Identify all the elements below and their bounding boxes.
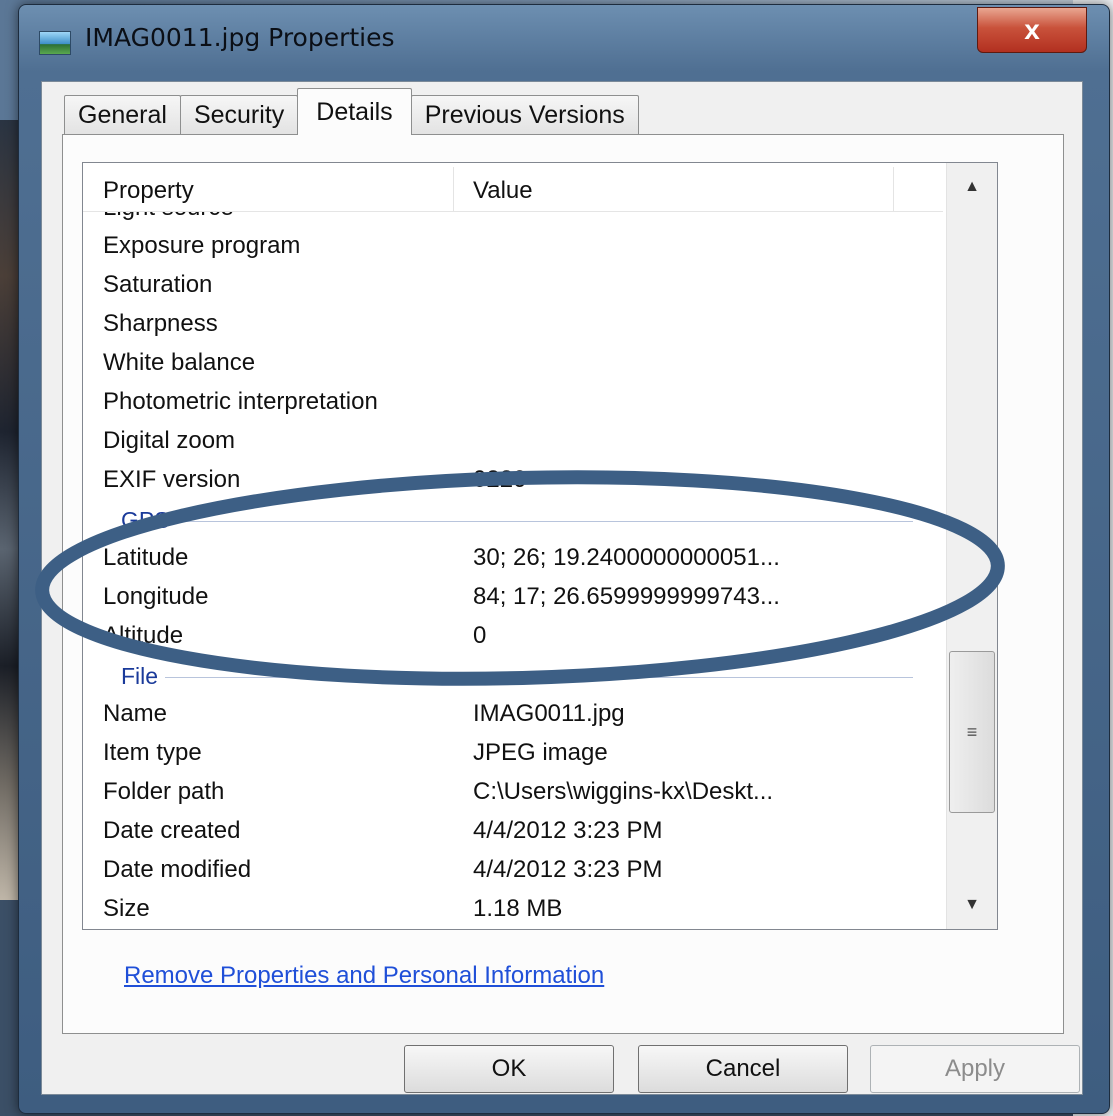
list-row[interactable]: EXIF version 0220 [83,460,943,498]
properties-list[interactable]: Property Value Light source Exposure pro… [82,162,998,930]
properties-window: IMAG0011.jpg Properties x General Securi… [18,4,1110,1114]
column-header-property[interactable]: Property [103,177,194,205]
group-divider [173,521,913,522]
ok-button[interactable]: OK [404,1045,614,1093]
scroll-up-button[interactable]: ▲ [947,163,997,211]
list-row[interactable]: Date modified 4/4/2012 3:23 PM [83,850,943,888]
close-icon: x [1024,14,1040,45]
list-row[interactable]: Longitude 84; 17; 26.6599999999743... [83,577,943,615]
tab-previous-versions[interactable]: Previous Versions [410,95,639,134]
group-header-gps[interactable]: GPS [83,499,943,537]
title-bar[interactable]: IMAG0011.jpg Properties x [19,5,1109,77]
cancel-button[interactable]: Cancel [638,1045,848,1093]
list-row-partial[interactable]: Size 1.18 MB [83,889,943,927]
scroll-up-icon: ▲ [964,178,980,195]
list-row[interactable]: Latitude 30; 26; 19.2400000000051... [83,538,943,576]
image-file-icon [39,31,71,55]
grip-icon: ≡ [966,721,978,742]
tab-security[interactable]: Security [179,95,299,134]
list-header: Property Value [83,163,943,212]
list-row-partial[interactable]: Light source [83,212,943,226]
scroll-down-icon: ▼ [964,896,980,913]
close-button[interactable]: x [977,7,1087,53]
list-row[interactable]: Altitude 0 [83,616,943,654]
tab-strip: General Security Details Previous Versio… [64,88,639,135]
column-separator[interactable] [893,167,894,211]
list-row[interactable]: Photometric interpretation [83,382,943,420]
list-row[interactable]: Exposure program [83,226,943,264]
list-row[interactable]: Name IMAG0011.jpg [83,694,943,732]
list-row[interactable]: Item type JPEG image [83,733,943,771]
column-header-value[interactable]: Value [473,177,533,205]
dialog-client-area: General Security Details Previous Versio… [41,81,1083,1095]
list-row[interactable]: Saturation [83,265,943,303]
remove-properties-link[interactable]: Remove Properties and Personal Informati… [124,962,604,990]
apply-button[interactable]: Apply [870,1045,1080,1093]
list-rows: Light source Exposure program Saturation… [83,212,943,928]
scroll-thumb[interactable]: ≡ [949,651,995,813]
tab-details[interactable]: Details [297,88,412,135]
list-row[interactable]: Sharpness [83,304,943,342]
list-row[interactable]: Folder path C:\Users\wiggins-kx\Deskt... [83,772,943,810]
vertical-scrollbar[interactable]: ▲ ≡ ▼ [946,163,997,929]
list-row[interactable]: Date created 4/4/2012 3:23 PM [83,811,943,849]
group-divider [165,677,913,678]
scroll-down-button[interactable]: ▼ [947,881,997,929]
list-row[interactable]: White balance [83,343,943,381]
tab-general[interactable]: General [64,95,181,134]
list-row[interactable]: Digital zoom [83,421,943,459]
window-title: IMAG0011.jpg Properties [85,23,395,52]
group-header-file[interactable]: File [83,655,943,693]
column-separator[interactable] [453,167,454,211]
